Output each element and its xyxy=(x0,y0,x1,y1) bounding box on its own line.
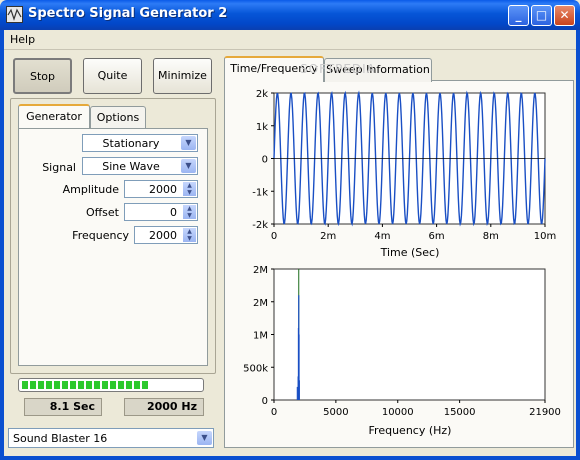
menu-help[interactable]: Help xyxy=(10,33,35,46)
chevron-down-icon[interactable]: ▼ xyxy=(181,136,196,150)
y-tick-label: 1M xyxy=(253,331,268,342)
waveform-icon-glyph xyxy=(7,8,22,21)
x-tick-label: 4m xyxy=(374,231,390,242)
x-tick-label: 8m xyxy=(483,231,499,242)
progress-segment xyxy=(110,381,116,389)
y-tick-label: 0 xyxy=(262,396,268,407)
device-value: Sound Blaster 16 xyxy=(13,432,108,445)
x-tick-label: 10m xyxy=(534,231,556,242)
menu-bar: Help xyxy=(4,30,576,50)
y-tick-label: -1k xyxy=(252,187,268,198)
frequency-x-axis-label: Frequency (Hz) xyxy=(369,424,452,437)
x-tick-label: 0 xyxy=(271,407,277,418)
window-frame-right xyxy=(576,30,580,460)
chevron-down-icon[interactable]: ▼ xyxy=(197,431,212,445)
quite-button[interactable]: Quite xyxy=(83,58,142,94)
frequency-domain-chart: 0 5000 10000 15000 21900 2M 2M 1M 500k 0 Frequenc… xyxy=(243,265,561,437)
y-tick-label: 500k xyxy=(243,363,268,374)
spinner-icon[interactable]: ▲ ▼ xyxy=(183,182,196,196)
progress-segment xyxy=(70,381,76,389)
progress-segment xyxy=(94,381,100,389)
progress-segment xyxy=(30,381,36,389)
spinner-icon[interactable]: ▲ ▼ xyxy=(183,228,196,242)
progress-segment xyxy=(142,381,148,389)
frequency-field[interactable]: 2000 ▲ ▼ xyxy=(134,226,198,244)
stop-button[interactable]: Stop xyxy=(13,58,72,94)
y-tick-label: 0 xyxy=(262,155,268,166)
window-title: Spectro Signal Generator 2 xyxy=(28,6,228,21)
progress-segment xyxy=(102,381,108,389)
frequency-plot-area xyxy=(273,268,546,401)
progress-segment xyxy=(86,381,92,389)
y-tick-label: -2k xyxy=(252,220,268,231)
x-tick-label: 6m xyxy=(429,231,445,242)
status-time: 8.1 Sec xyxy=(24,398,102,416)
time-x-axis-label: Time (Sec) xyxy=(380,246,440,259)
x-tick-label: 15000 xyxy=(444,407,476,418)
x-tick-label: 2m xyxy=(320,231,336,242)
minimize-window-button[interactable]: _ xyxy=(508,5,529,26)
window-frame-left xyxy=(0,30,4,460)
y-tick-label: 2M xyxy=(253,298,268,309)
spinner-icon[interactable]: ▲ ▼ xyxy=(183,205,196,219)
close-window-button[interactable]: ✕ xyxy=(554,5,575,26)
progress-segment xyxy=(118,381,124,389)
y-tick-label: 2k xyxy=(256,89,268,100)
progress-segment xyxy=(78,381,84,389)
progress-segment xyxy=(134,381,140,389)
tab-generator[interactable]: Generator xyxy=(18,104,90,130)
signal-value: Sine Wave xyxy=(102,160,160,173)
signal-label: Signal xyxy=(42,161,76,174)
y-tick-label: 1k xyxy=(256,122,268,133)
chevron-down-icon[interactable]: ▼ xyxy=(181,159,196,173)
y-tick-label: 2M xyxy=(253,265,268,276)
status-frequency: 2000 Hz xyxy=(124,398,204,416)
maximize-window-button[interactable]: □ xyxy=(531,5,552,26)
time-domain-chart: 0 2m 4m 6m 8m 10m 2k 1k 0 -1k -2k Time (Sec) xyxy=(252,89,556,259)
tab-options[interactable]: Options xyxy=(90,106,146,130)
window-frame-bottom xyxy=(0,456,580,460)
progress-segment xyxy=(38,381,44,389)
x-tick-label: 10000 xyxy=(382,407,414,418)
progress-bar xyxy=(18,378,204,392)
frequency-label: Frequency xyxy=(72,229,129,242)
signal-select[interactable]: Sine Wave ▼ xyxy=(82,157,198,175)
progress-segment xyxy=(126,381,132,389)
progress-segment xyxy=(62,381,68,389)
minimize-button[interactable]: Minimize xyxy=(153,58,212,94)
mode-select[interactable]: Stationary ▼ xyxy=(82,134,198,152)
x-tick-label: 0 xyxy=(271,231,277,242)
progress-segment xyxy=(22,381,28,389)
progress-segment xyxy=(46,381,52,389)
device-select[interactable]: Sound Blaster 16 ▼ xyxy=(8,428,214,448)
offset-field[interactable]: 0 ▲ ▼ xyxy=(124,203,198,221)
amplitude-label: Amplitude xyxy=(62,183,119,196)
frequency-value: 2000 xyxy=(149,229,177,242)
offset-value: 0 xyxy=(170,206,177,219)
progress-segment xyxy=(54,381,60,389)
amplitude-value: 2000 xyxy=(149,183,177,196)
waveform-icon[interactable] xyxy=(6,6,23,23)
amplitude-field[interactable]: 2000 ▲ ▼ xyxy=(124,180,198,198)
offset-label: Offset xyxy=(85,206,119,219)
mode-value: Stationary xyxy=(102,137,160,150)
x-tick-label: 5000 xyxy=(323,407,348,418)
x-tick-label: 21900 xyxy=(529,407,561,418)
watermark: SOFTPEDIA xyxy=(300,62,376,76)
